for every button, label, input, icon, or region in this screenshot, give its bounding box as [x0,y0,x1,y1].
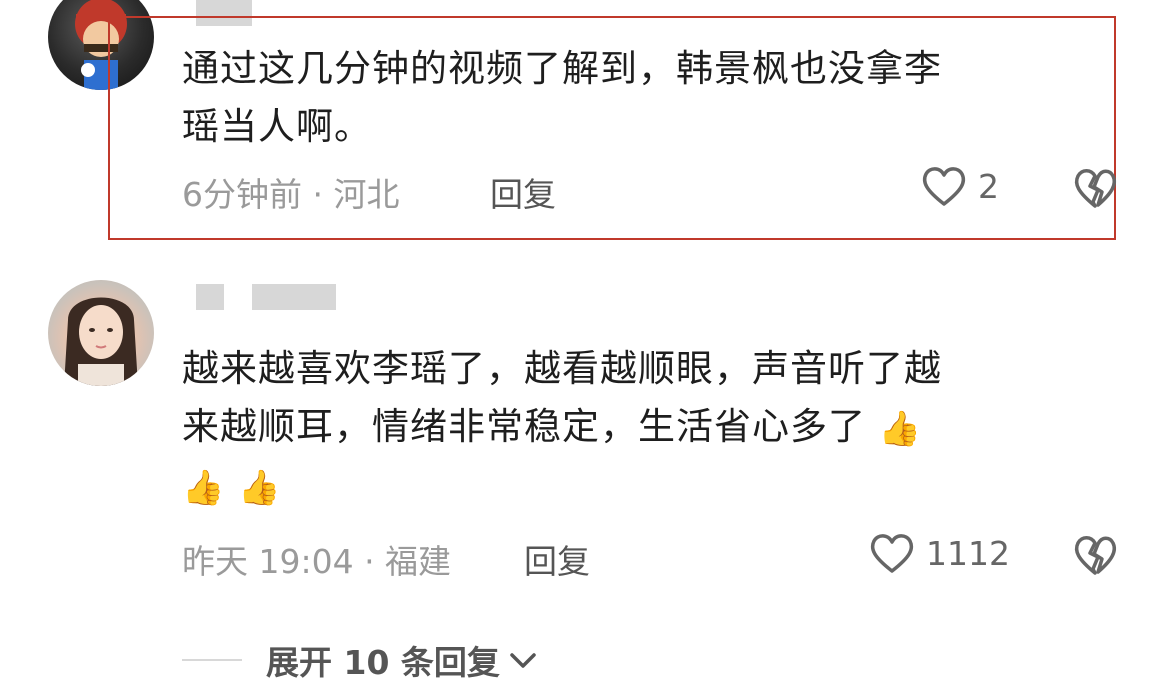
reply-button[interactable]: 回复 [490,168,556,216]
dislike-button[interactable] [1072,166,1118,214]
heart-outline-icon [870,534,914,573]
thumbs-up-emoji: 👍 [182,468,226,508]
divider-line [182,659,242,661]
broken-heart-icon [1074,536,1117,575]
comment-meta: 昨天 19:04 · 福建 [182,542,452,581]
like-button[interactable]: 2 [920,164,999,208]
comment-text: 越来越喜欢李瑶了，越看越顺眼，声音听了越 来越顺耳，情绪非常稳定，生活省心多了 … [182,340,942,517]
avatar-image-icon [64,297,138,386]
heart-outline-icon [922,167,966,206]
comment-text-line: 来越顺耳，情绪非常稳定，生活省心多了 👍 [182,398,942,458]
reply-button[interactable]: 回复 [524,535,590,583]
comment-meta: 6分钟前 · 河北 [182,175,400,214]
thumbs-up-emoji: 👍 [878,408,923,449]
thumbs-up-emoji: 👍 [238,468,282,508]
chevron-down-icon [510,653,536,668]
like-count: 2 [978,166,999,206]
user-avatar[interactable] [48,280,154,386]
comment-text-line: 越来越喜欢李瑶了，越看越顺眼，声音听了越 [182,347,942,390]
comment-text-line: 瑶当人啊。 [182,105,372,148]
expand-replies-label: 展开 10 条回复 [266,643,500,682]
comment-text: 通过这几分钟的视频了解到，韩景枫也没拿李 瑶当人啊。 [182,40,942,156]
comment-text-segment: 来越顺耳，情绪非常稳定，生活省心多了 [182,405,866,448]
blurred-username [196,284,224,310]
broken-heart-icon [1074,169,1117,208]
dislike-button[interactable] [1072,533,1118,581]
comment-text-line: 👍 👍 [182,458,942,518]
like-count: 1112 [926,533,1010,573]
expand-replies-button[interactable]: 展开 10 条回复 [182,636,540,684]
like-button[interactable]: 1112 [868,531,1010,575]
blurred-username [252,284,336,310]
comment-text-line: 通过这几分钟的视频了解到，韩景枫也没拿李 [182,47,942,90]
